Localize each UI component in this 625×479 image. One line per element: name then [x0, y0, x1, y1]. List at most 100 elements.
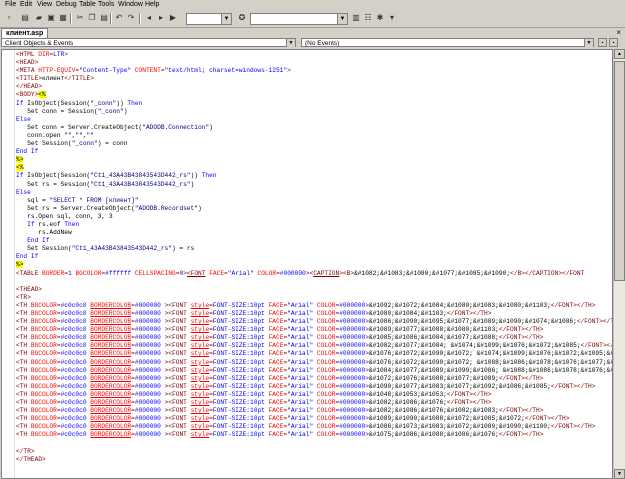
- code-line: <TH BGCOLOR=#c0c0c0 BORDERCOLOR=#000000 …: [16, 415, 612, 423]
- code-token: #000000: [134, 399, 161, 407]
- code-token: FONT-SIZE:10pt: [212, 374, 265, 382]
- source-code[interactable]: <HTML DIR=LTR> <HEAD> <META HTTP-EQUIV="Co…: [16, 51, 612, 464]
- code-token: #000000: [339, 366, 366, 374]
- menu-window[interactable]: Window: [118, 1, 143, 8]
- menu-table[interactable]: Table: [79, 1, 96, 8]
- code-line: <TH BGCOLOR=#c0c0c0 BORDERCOLOR=#000000 …: [16, 350, 612, 358]
- code-editor[interactable]: <HTML DIR=LTR> <HEAD> <META HTTP-EQUIV="Co…: [1, 49, 613, 479]
- code-token: #000000: [339, 310, 366, 317]
- objects-dropdown[interactable]: Client Objects & Events ▼: [1, 38, 296, 47]
- tab-document[interactable]: клиент.asp: [1, 28, 49, 38]
- code-token: <TH: [16, 415, 31, 423]
- code-token: ><FONT: [160, 423, 191, 431]
- pin-icon[interactable]: ▪: [598, 38, 607, 47]
- code-token: BORDERCOLOR: [90, 374, 132, 382]
- code-token: COLOR: [316, 350, 336, 358]
- save-icon[interactable]: ▣: [46, 13, 56, 23]
- code-token: #c0c0c0: [60, 342, 87, 350]
- code-token: Set Session(: [16, 140, 72, 148]
- code-token: style: [190, 423, 210, 431]
- code-token: FACE: [268, 350, 284, 358]
- code-token: COLOR: [316, 358, 336, 366]
- back-icon[interactable]: ◂: [144, 13, 154, 23]
- code-token: FACE: [268, 390, 284, 398]
- project-explorer-icon[interactable]: ▥: [351, 13, 361, 23]
- editor-gutter: [2, 50, 15, 478]
- forward-icon[interactable]: ▸: [156, 13, 166, 23]
- code-token: BORDERCOLOR: [90, 334, 132, 342]
- code-token: #c0c0c0: [60, 390, 87, 398]
- code-token: #c0c0c0: [60, 366, 87, 374]
- code-token: COLOR: [316, 342, 336, 350]
- configuration-combo[interactable]: ▼: [186, 13, 232, 25]
- menu-edit[interactable]: Edit: [20, 1, 32, 8]
- code-token: conn.open: [16, 131, 65, 139]
- code-token: "Arial": [287, 326, 314, 334]
- code-token: FONT-SIZE:10pt: [212, 318, 265, 326]
- start-debug-icon[interactable]: ▶: [168, 13, 178, 23]
- find-combo[interactable]: ▼: [250, 13, 348, 25]
- code-token: >: [64, 51, 68, 58]
- code-token: #000000: [339, 423, 366, 431]
- code-token: #000000: [279, 269, 306, 277]
- events-dropdown[interactable]: (No Events) ▼: [301, 38, 594, 47]
- add-item-icon[interactable]: ▤: [20, 13, 30, 23]
- code-token: </FONT></TH>: [498, 334, 544, 342]
- code-token: <TH: [16, 390, 31, 398]
- redo-icon[interactable]: ↷: [126, 13, 136, 23]
- code-token: COLOR: [316, 431, 336, 439]
- new-project-icon[interactable]: ▫: [4, 13, 14, 23]
- toolbar-separator: [139, 13, 141, 24]
- code-token: BORDERCOLOR: [90, 342, 132, 350]
- code-line: </THEAD>: [16, 456, 612, 464]
- split-icon[interactable]: ▪: [609, 38, 618, 47]
- menu-help[interactable]: Help: [145, 1, 159, 8]
- code-token: FONT-SIZE:10pt: [212, 423, 265, 431]
- customize-toolbar-icon[interactable]: ▾: [387, 13, 397, 23]
- code-token: BGCOLOR: [30, 399, 57, 407]
- code-line: <BODY><%: [16, 91, 612, 99]
- find-icon[interactable]: ✪: [237, 13, 247, 23]
- close-icon[interactable]: ×: [616, 28, 621, 37]
- code-token: style: [190, 431, 210, 439]
- code-token: </TITLE>: [64, 75, 94, 83]
- scrollbar-thumb[interactable]: [614, 61, 625, 281]
- cut-icon[interactable]: ✂: [75, 13, 85, 23]
- code-token: #000000: [134, 390, 161, 398]
- code-token: FACE: [268, 431, 284, 439]
- open-file-icon[interactable]: ▰: [34, 13, 44, 23]
- code-token: FONT-SIZE:10pt: [212, 415, 265, 423]
- code-token: <TH: [16, 310, 31, 317]
- code-token: BORDERCOLOR: [90, 350, 132, 358]
- scroll-down-icon[interactable]: ▼: [614, 469, 625, 479]
- vertical-scrollbar[interactable]: ▲ ▼: [613, 49, 625, 479]
- undo-icon[interactable]: ↶: [114, 13, 124, 23]
- menu-file[interactable]: File: [5, 1, 16, 8]
- code-line: End If: [16, 148, 612, 156]
- code-token: "Arial": [287, 431, 314, 439]
- code-token: "Ct1_43A43B43843543D442_rs": [71, 245, 172, 253]
- code-token: &#1086;&#1090;&#1095;&#1077;&#1089;&#109…: [368, 318, 577, 326]
- menu-tools[interactable]: Tools: [98, 1, 114, 8]
- toolbox-icon[interactable]: ✱: [375, 13, 385, 23]
- code-token: <TH: [16, 350, 31, 358]
- code-line: <TH BGCOLOR=#c0c0c0 BORDERCOLOR=#000000 …: [16, 431, 612, 439]
- scroll-up-icon[interactable]: ▲: [614, 49, 625, 59]
- code-token: )): [116, 99, 128, 107]
- code-token: "Arial": [287, 358, 314, 366]
- code-token: </FONT></TH>: [576, 318, 612, 326]
- save-all-icon[interactable]: ▦: [58, 13, 68, 23]
- code-token: BGCOLOR: [30, 366, 57, 374]
- menu-debug[interactable]: Debug: [56, 1, 77, 8]
- properties-icon[interactable]: ☷: [363, 13, 373, 23]
- chevron-down-icon: ▼: [584, 39, 593, 47]
- paste-icon[interactable]: ▤: [99, 13, 109, 23]
- menu-view[interactable]: View: [37, 1, 52, 8]
- code-token: ><FONT: [160, 407, 191, 415]
- code-token: BGCOLOR: [30, 342, 57, 350]
- code-token: FONT-SIZE:10pt: [212, 366, 265, 374]
- copy-icon[interactable]: ❐: [87, 13, 97, 23]
- code-token: #000000: [339, 318, 366, 326]
- code-token: FONT-SIZE:10pt: [212, 350, 265, 358]
